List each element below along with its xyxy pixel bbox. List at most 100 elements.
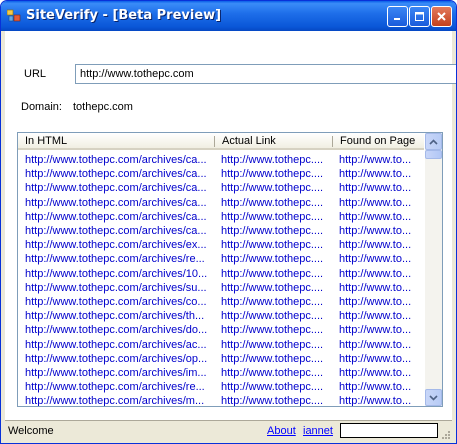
- url-input[interactable]: [75, 64, 456, 84]
- iannet-link[interactable]: iannet: [303, 425, 333, 437]
- cell-found-on-page: http://www.to...: [339, 154, 412, 166]
- app-icon: [7, 9, 21, 22]
- cell-found-on-page: http://www.to...: [339, 352, 412, 365]
- title-bar[interactable]: SiteVerify - [Beta Preview]: [1, 1, 456, 31]
- table-row[interactable]: http://www.tothepc.com/archives/op... htt…: [18, 352, 424, 366]
- vertical-scrollbar[interactable]: [425, 133, 442, 406]
- cell-actual-link: http://www.tothepc....: [221, 381, 324, 394]
- cell-found-on-page: http://www.to...: [339, 267, 412, 280]
- table-row[interactable]: http://www.tothepc.com/archives/ca... htt…: [18, 196, 424, 210]
- column-header-label: In HTML: [25, 135, 68, 147]
- cell-found-on-page: http://www.to...: [339, 381, 412, 394]
- url-label: URL: [24, 68, 47, 80]
- table-row[interactable]: http://www.tothepc.com/archives/ca... htt…: [18, 167, 424, 181]
- cell-in-html: http://www.tothepc.com/archives/op...: [25, 352, 208, 365]
- table-row[interactable]: http://www.tothepc.com/archives/ca... htt…: [18, 210, 424, 224]
- domain-value: tothepc.com: [73, 101, 133, 113]
- table-row[interactable]: http://www.tothepc.com/archives/re... htt…: [18, 380, 424, 394]
- cell-in-html: http://www.tothepc.com/archives/re...: [25, 253, 205, 266]
- cell-found-on-page: http://www.to...: [339, 239, 412, 252]
- scroll-up-button[interactable]: [425, 133, 442, 150]
- cell-actual-link: http://www.tothepc....: [221, 168, 324, 181]
- cell-actual-link: http://www.tothepc....: [221, 154, 324, 166]
- cell-actual-link: http://www.tothepc....: [221, 239, 324, 252]
- client-area: URL Domain: tothepc.com In HTML Actual L…: [5, 31, 456, 441]
- table-row[interactable]: http://www.tothepc.com/archives/co... htt…: [18, 295, 424, 309]
- minimize-button[interactable]: [387, 6, 408, 27]
- column-header-found-on-page[interactable]: Found on Page: [333, 133, 424, 150]
- cell-actual-link: http://www.tothepc....: [221, 296, 324, 308]
- table-row[interactable]: http://www.tothepc.com/archives/ca... htt…: [18, 224, 424, 238]
- table-row[interactable]: http://www.tothepc.com/archives/ac... htt…: [18, 338, 424, 352]
- chevron-down-icon: [429, 394, 438, 401]
- cell-in-html: http://www.tothepc.com/archives/ac...: [25, 338, 207, 351]
- cell-found-on-page: http://www.to...: [339, 367, 412, 379]
- cell-in-html: http://www.tothepc.com/archives/re...: [25, 381, 205, 394]
- window-title: SiteVerify - [Beta Preview]: [26, 8, 222, 23]
- maximize-button[interactable]: [409, 6, 430, 27]
- table-row[interactable]: http://www.tothepc.com/archives/th... htt…: [18, 309, 424, 323]
- cell-actual-link: http://www.tothepc....: [221, 310, 324, 323]
- cell-in-html: http://www.tothepc.com/archives/su...: [25, 281, 207, 294]
- cell-found-on-page: http://www.to...: [339, 182, 412, 195]
- cell-in-html: http://www.tothepc.com/archives/ca...: [25, 154, 207, 166]
- column-header-label: Actual Link: [222, 135, 276, 147]
- cell-actual-link: http://www.tothepc....: [221, 225, 324, 237]
- cell-actual-link: http://www.tothepc....: [221, 338, 324, 351]
- list-body: http://www.tothepc.com/archives/ca... htt…: [18, 150, 424, 406]
- cell-actual-link: http://www.tothepc....: [221, 352, 324, 365]
- scroll-thumb[interactable]: [425, 150, 442, 159]
- cell-found-on-page: http://www.to...: [339, 296, 412, 308]
- table-row[interactable]: http://www.tothepc.com/archives/m... http…: [18, 394, 424, 406]
- table-row[interactable]: http://www.tothepc.com/archives/re... htt…: [18, 252, 424, 266]
- cell-in-html: http://www.tothepc.com/archives/ca...: [25, 182, 207, 195]
- cell-found-on-page: http://www.to...: [339, 210, 412, 223]
- status-text: Welcome: [8, 425, 54, 437]
- cell-found-on-page: http://www.to...: [339, 281, 412, 294]
- cell-found-on-page: http://www.to...: [339, 168, 412, 181]
- status-bar: Welcome About iannet: [5, 420, 452, 441]
- table-row[interactable]: http://www.tothepc.com/archives/im... htt…: [18, 366, 424, 380]
- cell-in-html: http://www.tothepc.com/archives/ca...: [25, 196, 207, 209]
- close-icon: [437, 12, 446, 21]
- cell-actual-link: http://www.tothepc....: [221, 395, 324, 406]
- table-row[interactable]: http://www.tothepc.com/archives/do... htt…: [18, 323, 424, 337]
- minimize-icon: [394, 18, 400, 20]
- resize-grip-icon[interactable]: [441, 430, 451, 440]
- cell-actual-link: http://www.tothepc....: [221, 267, 324, 280]
- cell-in-html: http://www.tothepc.com/archives/th...: [25, 310, 205, 323]
- table-row[interactable]: http://www.tothepc.com/archives/ex... htt…: [18, 238, 424, 252]
- cell-actual-link: http://www.tothepc....: [221, 210, 324, 223]
- cell-in-html: http://www.tothepc.com/archives/ca...: [25, 225, 207, 237]
- cell-actual-link: http://www.tothepc....: [221, 253, 324, 266]
- cell-in-html: http://www.tothepc.com/archives/ex...: [25, 239, 207, 252]
- cell-actual-link: http://www.tothepc....: [221, 182, 324, 195]
- cell-actual-link: http://www.tothepc....: [221, 367, 324, 379]
- domain-label: Domain:: [21, 101, 62, 113]
- maximize-icon: [415, 12, 424, 21]
- chevron-up-icon: [429, 138, 438, 145]
- cell-found-on-page: http://www.to...: [339, 338, 412, 351]
- table-row[interactable]: http://www.tothepc.com/archives/ca... htt…: [18, 153, 424, 167]
- cell-found-on-page: http://www.to...: [339, 253, 412, 266]
- column-header-in-html[interactable]: In HTML: [18, 133, 215, 150]
- cell-found-on-page: http://www.to...: [339, 310, 412, 323]
- table-row[interactable]: http://www.tothepc.com/archives/ca... htt…: [18, 181, 424, 195]
- about-link[interactable]: About: [267, 425, 296, 437]
- list-header: In HTML Actual Link Found on Page: [18, 133, 424, 150]
- cell-in-html: http://www.tothepc.com/archives/ca...: [25, 210, 207, 223]
- cell-in-html: http://www.tothepc.com/archives/co...: [25, 296, 207, 308]
- cell-in-html: http://www.tothepc.com/archives/10...: [25, 267, 208, 280]
- cell-in-html: http://www.tothepc.com/archives/ca...: [25, 168, 207, 181]
- form-area: URL Domain: tothepc.com In HTML Actual L…: [5, 31, 456, 411]
- cell-found-on-page: http://www.to...: [339, 324, 412, 337]
- column-header-actual-link[interactable]: Actual Link: [215, 133, 333, 150]
- cell-actual-link: http://www.tothepc....: [221, 281, 324, 294]
- close-button[interactable]: [431, 6, 452, 27]
- table-row[interactable]: http://www.tothepc.com/archives/10... htt…: [18, 267, 424, 281]
- scroll-down-button[interactable]: [425, 389, 442, 406]
- links-list[interactable]: In HTML Actual Link Found on Page http:/…: [17, 132, 443, 407]
- cell-actual-link: http://www.tothepc....: [221, 324, 324, 337]
- table-row[interactable]: http://www.tothepc.com/archives/su... htt…: [18, 281, 424, 295]
- cell-found-on-page: http://www.to...: [339, 225, 412, 237]
